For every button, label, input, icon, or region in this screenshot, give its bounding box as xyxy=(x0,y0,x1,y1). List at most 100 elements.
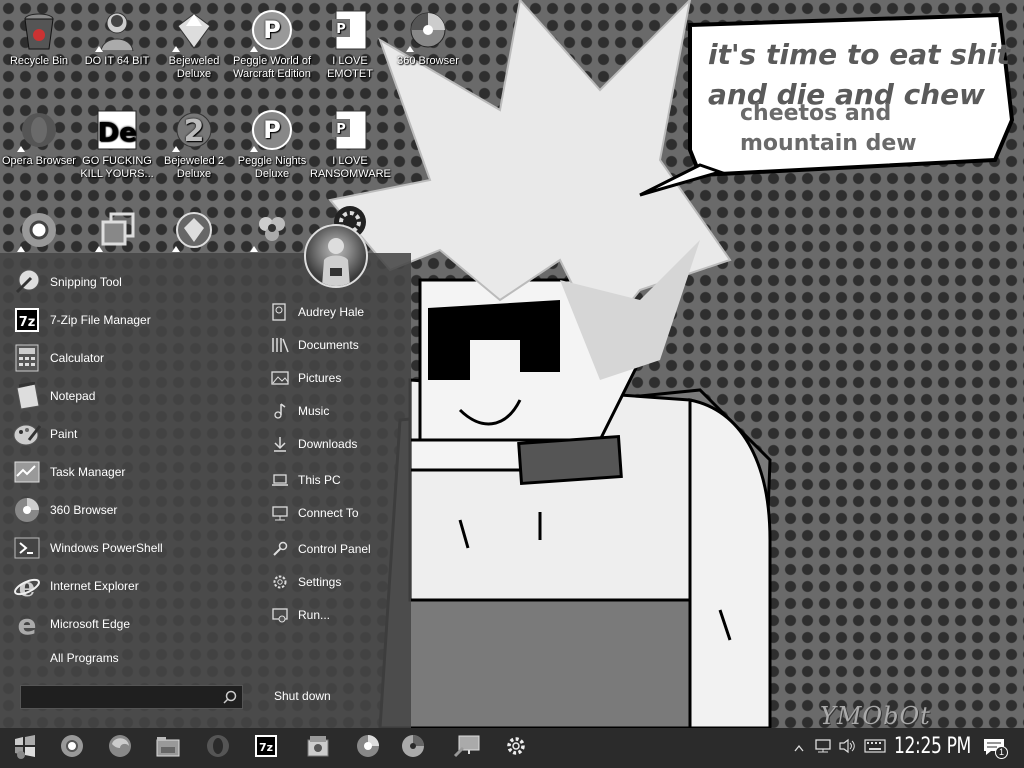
start-menu-programs: Snipping Tool 7z 7-Zip File Manager Calc… xyxy=(0,263,260,643)
speaker-icon xyxy=(838,738,856,759)
calculator-icon xyxy=(12,343,42,373)
desktop-icon-bejeweled-2[interactable]: 2 Bejeweled 2 Deluxe xyxy=(154,108,234,181)
taskbar-7zip[interactable]: 7z xyxy=(242,728,290,768)
speech-bubble-line: cheetos and xyxy=(740,101,892,126)
remote-desktop-icon xyxy=(453,734,481,763)
start-item-calculator[interactable]: Calculator xyxy=(0,339,260,377)
place-user-folder[interactable]: Audrey Hale xyxy=(262,295,410,328)
start-item-powershell[interactable]: Windows PowerShell xyxy=(0,529,260,567)
place-connect-to[interactable]: Connect To xyxy=(262,496,410,529)
desktop-icon-bejeweled-deluxe[interactable]: Bejeweled Deluxe xyxy=(154,8,234,81)
task-manager-icon xyxy=(12,457,42,487)
start-item-label: Microsoft Edge xyxy=(50,617,131,631)
start-item-notepad[interactable]: Notepad xyxy=(0,377,260,415)
desktop-icon-label: I LOVE EMOTET xyxy=(327,55,373,80)
desktop-icon-peggle-nights[interactable]: P Peggle Nights Deluxe xyxy=(232,108,312,181)
desktop-icon-peggle-wow[interactable]: P Peggle World of Warcraft Edition xyxy=(232,8,312,81)
powerpoint-icon: P xyxy=(328,108,372,152)
place-label: Documents xyxy=(298,337,359,352)
action-center-button[interactable]: 1 xyxy=(980,728,1010,768)
start-item-microsoft-edge[interactable]: e Microsoft Edge xyxy=(0,605,260,643)
desktop-icon-label: Opera Browser xyxy=(2,155,76,167)
portrait-icon xyxy=(95,8,139,52)
browser-360-icon xyxy=(12,495,42,525)
file-explorer-icon xyxy=(156,735,180,762)
place-settings[interactable]: Settings xyxy=(262,565,410,598)
taskbar-chrome[interactable] xyxy=(48,728,96,768)
user-folder-icon xyxy=(270,302,290,322)
desktop-icon-diamond[interactable] xyxy=(154,208,234,255)
place-pictures[interactable]: Pictures xyxy=(262,361,410,394)
desktop-icon-label: Peggle Nights Deluxe xyxy=(237,155,307,180)
library-icon xyxy=(270,335,290,355)
place-control-panel[interactable]: Control Panel xyxy=(262,532,410,565)
desktop-icon-label: 360 Browser xyxy=(397,55,459,67)
user-avatar[interactable] xyxy=(304,224,368,288)
chevron-up-icon xyxy=(794,739,804,757)
svg-text:De: De xyxy=(97,118,136,148)
gem-icon xyxy=(172,8,216,52)
edge-icon: e xyxy=(12,609,42,639)
taskbar-opera[interactable] xyxy=(194,728,242,768)
tray-keyboard[interactable] xyxy=(862,728,888,768)
desktop-icon-opera-browser[interactable]: Opera Browser xyxy=(0,108,79,168)
shutdown-button[interactable]: Shut down xyxy=(274,689,331,703)
taskbar-media[interactable] xyxy=(294,728,342,768)
place-label: Connect To xyxy=(298,505,359,520)
taskbar: 7z 12:25 PM 1 xyxy=(0,728,1024,768)
place-documents[interactable]: Documents xyxy=(262,328,410,361)
svg-text:2: 2 xyxy=(184,114,205,149)
taskbar-remote-desktop[interactable] xyxy=(443,728,491,768)
desktop-icon-recycle-bin[interactable]: Recycle Bin xyxy=(0,8,79,68)
taskbar-file-explorer[interactable] xyxy=(144,728,192,768)
desktop-icon-chrome[interactable] xyxy=(0,208,79,255)
place-music[interactable]: Music xyxy=(262,394,410,427)
start-button[interactable] xyxy=(0,728,48,768)
search-icon[interactable] xyxy=(218,686,242,708)
start-item-snipping-tool[interactable]: Snipping Tool xyxy=(0,263,260,301)
place-label: Downloads xyxy=(298,436,358,451)
wallpaper-signature: YMObOt xyxy=(820,702,931,730)
taskbar-settings[interactable] xyxy=(492,728,540,768)
start-item-internet-explorer[interactable]: e Internet Explorer xyxy=(0,567,260,605)
tray-network[interactable] xyxy=(812,728,834,768)
powershell-icon xyxy=(12,533,42,563)
paint-icon xyxy=(12,419,42,449)
start-search-input[interactable] xyxy=(20,685,243,709)
notification-count: 1 xyxy=(995,746,1008,759)
desktop-icon-de[interactable]: De GO FUCKING KILL YOURS... xyxy=(77,108,157,181)
start-item-paint[interactable]: Paint xyxy=(0,415,260,453)
start-item-task-manager[interactable]: Task Manager xyxy=(0,453,260,491)
taskbar-disc[interactable] xyxy=(389,728,437,768)
desktop-icon-i-love-emotet[interactable]: P I LOVE EMOTET xyxy=(310,8,390,81)
place-run[interactable]: Run... xyxy=(262,598,410,631)
desktop-icon-i-love-ransomware[interactable]: P I LOVE RANSOMWARE xyxy=(310,108,391,181)
de-logo-icon: De xyxy=(95,108,139,152)
start-item-label: Internet Explorer xyxy=(50,579,139,593)
diamond-icon xyxy=(172,208,216,252)
tray-volume[interactable] xyxy=(836,728,858,768)
desktop-icon-flower[interactable] xyxy=(232,208,312,255)
speech-bubble-line: mountain dew xyxy=(740,131,917,156)
start-item-label: Calculator xyxy=(50,351,105,365)
taskbar-clock[interactable]: 12:25 PM xyxy=(894,734,971,759)
svg-text:7z: 7z xyxy=(19,315,36,330)
desktop-icon-label: Bejeweled Deluxe xyxy=(168,55,220,80)
place-downloads[interactable]: Downloads xyxy=(262,427,410,460)
desktop-icon-label: Peggle World of Warcraft Edition xyxy=(232,55,312,80)
start-item-label: Notepad xyxy=(50,389,96,403)
window-stack-icon xyxy=(95,208,139,252)
all-programs-link[interactable]: All Programs xyxy=(50,651,119,665)
disc-icon xyxy=(401,734,425,763)
place-this-pc[interactable]: This PC xyxy=(262,463,410,496)
browser-360-icon xyxy=(406,8,450,52)
taskbar-360-browser[interactable] xyxy=(344,728,392,768)
desktop-icon-do-it-64-bit[interactable]: DO IT 64 BIT xyxy=(77,8,157,68)
start-item-7zip[interactable]: 7z 7-Zip File Manager xyxy=(0,301,260,339)
desktop-icon-360-browser[interactable]: 360 Browser xyxy=(388,8,468,68)
desktop-icon-window-stack[interactable] xyxy=(77,208,157,255)
opera-icon xyxy=(206,734,230,763)
taskbar-firefox[interactable] xyxy=(96,728,144,768)
start-item-360-browser[interactable]: 360 Browser xyxy=(0,491,260,529)
tray-overflow-button[interactable] xyxy=(792,728,806,768)
